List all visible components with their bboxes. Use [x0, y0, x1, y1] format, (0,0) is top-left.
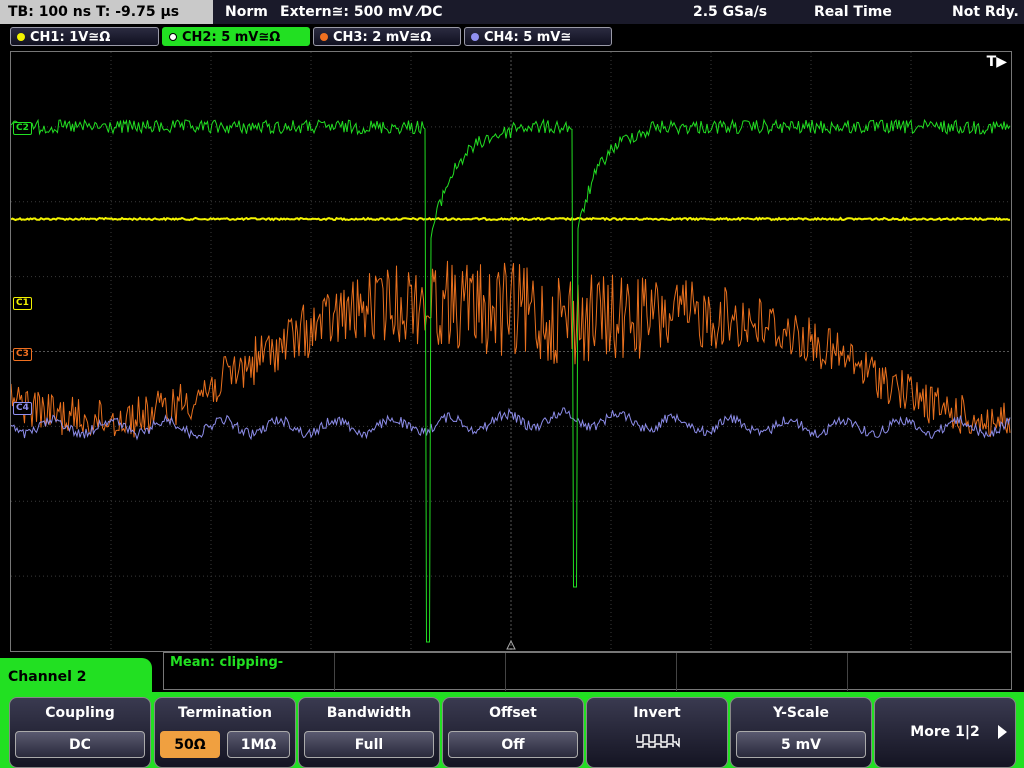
measurement-cell[interactable]: [677, 653, 848, 691]
yscale-softkey[interactable]: Y-Scale 5 mV: [730, 697, 872, 768]
graticule: [11, 52, 1011, 651]
ch4-level-marker[interactable]: C4: [13, 402, 32, 415]
trigger-mode[interactable]: Norm: [225, 0, 268, 24]
channel-tab-4[interactable]: CH4: 5 mV≅: [464, 27, 612, 46]
measurement-text: Mean: clipping-: [170, 655, 284, 670]
ch4-dot-icon: [471, 33, 479, 41]
yscale-title: Y-Scale: [772, 705, 829, 721]
coupling-title: Coupling: [45, 705, 115, 721]
trigger-status: Not Rdy.: [952, 4, 1019, 20]
timebase-readout[interactable]: TB: 100 ns T: -9.75 µs: [0, 0, 213, 24]
more-softkey[interactable]: More 1|2: [874, 697, 1016, 768]
channel-tab-label: CH4: 5 mV≅: [484, 30, 572, 45]
termination-softkey[interactable]: Termination 50Ω 1MΩ: [154, 697, 296, 768]
ch1-waveform: [11, 216, 1011, 222]
termination-50ohm-button[interactable]: 50Ω: [160, 731, 220, 758]
bandwidth-title: Bandwidth: [326, 705, 412, 721]
offset-softkey[interactable]: Offset Off: [442, 697, 584, 768]
arrow-right-icon: [998, 725, 1007, 739]
status-bar: TB: 100 ns T: -9.75 µs Norm Extern≅: 500…: [0, 0, 1024, 24]
waveform-canvas: [11, 52, 1011, 651]
invert-softkey[interactable]: Invert: [586, 697, 728, 768]
more-title: More 1|2: [910, 724, 980, 740]
measurement-cell[interactable]: [506, 653, 677, 691]
offset-value[interactable]: Off: [448, 731, 578, 758]
measurement-cell[interactable]: [335, 653, 506, 691]
offset-title: Offset: [489, 705, 537, 721]
ch3-dot-icon: [320, 33, 328, 41]
ch4-waveform: [11, 407, 1011, 441]
ch1-dot-icon: [17, 33, 25, 41]
ch3-level-marker[interactable]: C3: [13, 348, 32, 361]
channel-tab-label: CH3: 2 mV≅Ω: [333, 30, 432, 45]
invert-title: Invert: [633, 705, 681, 721]
ch1-level-marker[interactable]: C1: [13, 297, 32, 310]
channel-tab-1[interactable]: CH1: 1V≅Ω: [10, 27, 159, 46]
ch2-level-marker[interactable]: C2: [13, 122, 32, 135]
termination-title: Termination: [178, 705, 272, 721]
trigger-marker-icon: T▶: [986, 54, 1007, 70]
waveform-display[interactable]: T▶ C2 C1 C3 C4: [10, 51, 1012, 652]
channel-tab-label: CH1: 1V≅Ω: [30, 30, 111, 45]
invert-waveform-icon: [636, 734, 680, 748]
menu-title: Channel 2: [8, 669, 87, 685]
bandwidth-softkey[interactable]: Bandwidth Full: [298, 697, 440, 768]
termination-1mohm-button[interactable]: 1MΩ: [227, 731, 290, 758]
trigger-source[interactable]: Extern≅: 500 mV ⁄DC: [280, 0, 442, 24]
coupling-value[interactable]: DC: [15, 731, 145, 758]
bandwidth-value[interactable]: Full: [304, 731, 434, 758]
sample-rate: 2.5 GSa/s: [693, 4, 768, 20]
acquisition-mode[interactable]: Real Time: [814, 0, 892, 24]
channel-tab-2[interactable]: CH2: 5 mV≅Ω: [162, 27, 310, 46]
yscale-value[interactable]: 5 mV: [736, 731, 866, 758]
channel-tab-label: CH2: 5 mV≅Ω: [182, 30, 281, 45]
coupling-softkey[interactable]: Coupling DC: [9, 697, 151, 768]
measurement-panel: Mean: clipping-: [163, 652, 1012, 691]
channel-tab-3[interactable]: CH3: 2 mV≅Ω: [313, 27, 461, 46]
ch2-dot-icon: [169, 33, 177, 41]
channel-bar: CH1: 1V≅Ω CH2: 5 mV≅Ω CH3: 2 mV≅Ω CH4: 5…: [0, 24, 1024, 48]
